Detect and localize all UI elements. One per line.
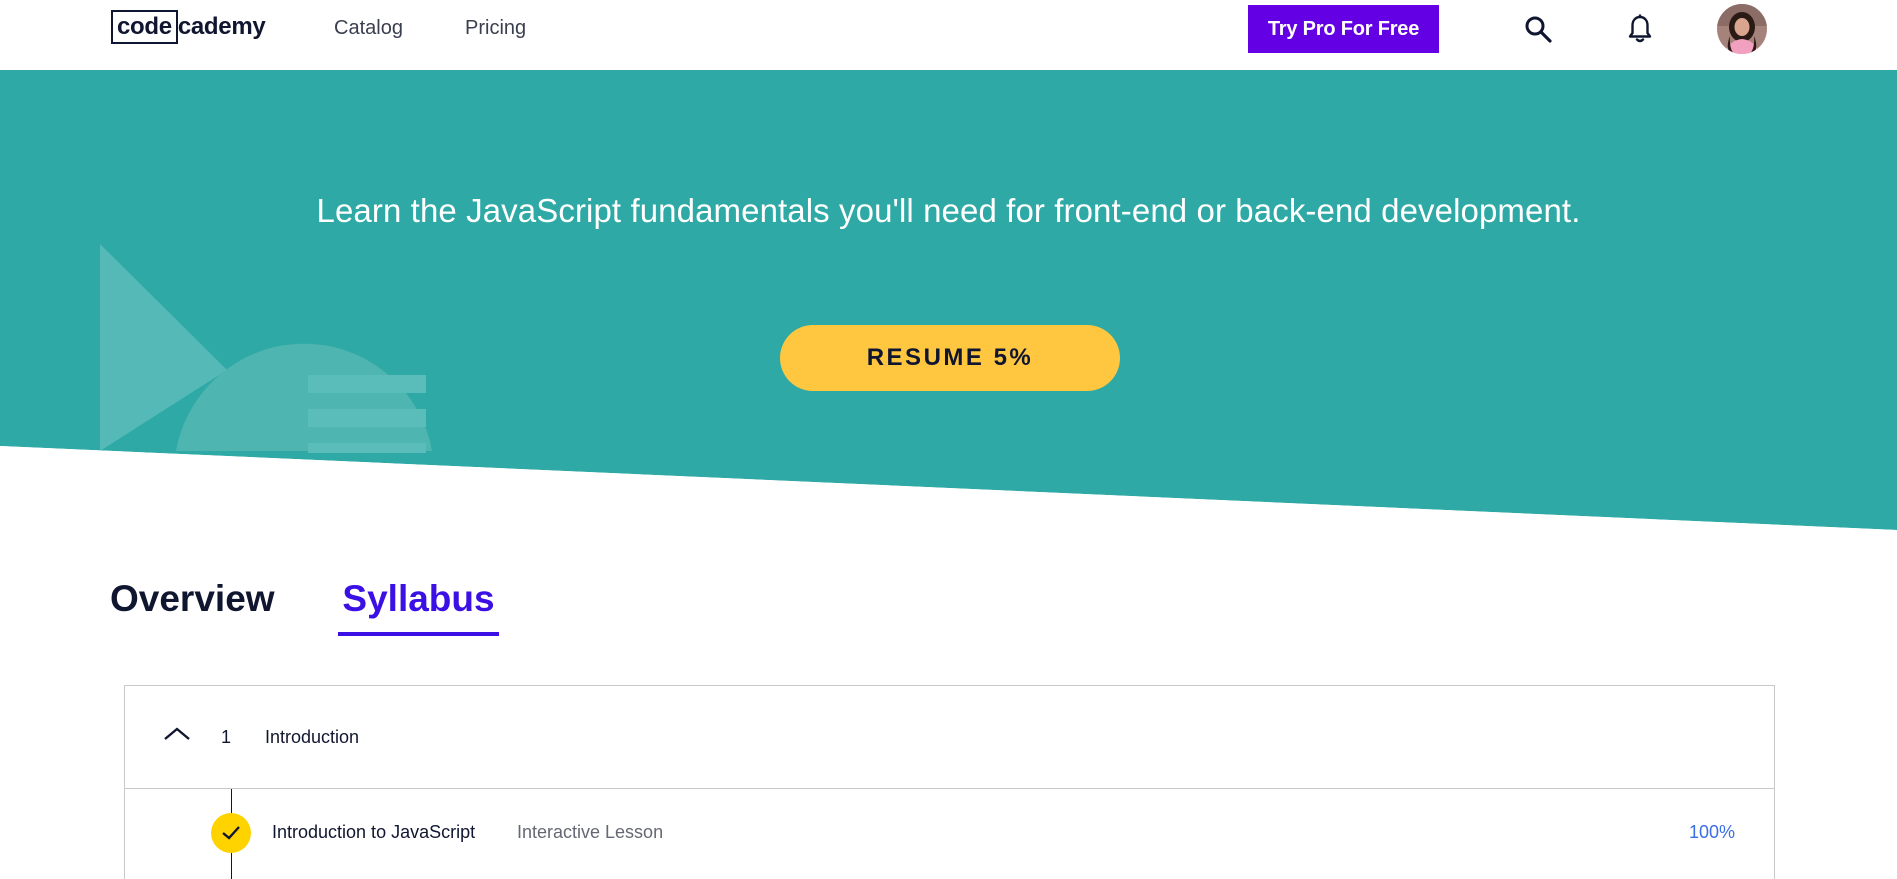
module-header[interactable]: 1 Introduction	[125, 686, 1774, 789]
bell-icon	[1628, 14, 1652, 43]
try-pro-button[interactable]: Try Pro For Free	[1248, 5, 1439, 53]
course-description: Learn the JavaScript fundamentals you'll…	[316, 192, 1581, 229]
tab-syllabus[interactable]: Syllabus	[338, 578, 499, 636]
checkmark-icon	[222, 826, 240, 840]
search-button[interactable]	[1522, 12, 1554, 46]
nav-catalog-link[interactable]: Catalog	[334, 17, 403, 40]
notifications-button[interactable]	[1624, 12, 1656, 46]
user-avatar[interactable]	[1717, 4, 1767, 54]
syllabus-panel: 1 Introduction Introduction to JavaScrip…	[124, 685, 1775, 879]
lesson-progress: 100%	[1689, 822, 1736, 842]
hero-banner: Learn the JavaScript fundamentals you'll…	[0, 70, 1897, 530]
top-navigation: code cademy Catalog Pricing Try Pro For F…	[0, 0, 1897, 70]
hero-background	[0, 70, 1897, 530]
module-title: Introduction	[265, 727, 360, 747]
search-icon	[1525, 16, 1552, 43]
avatar-image	[1717, 4, 1767, 54]
nav-pricing-link[interactable]: Pricing	[465, 17, 526, 40]
module-number: 1	[221, 727, 232, 747]
codecademy-logo[interactable]: code cademy	[111, 10, 266, 44]
completed-check-icon	[211, 813, 251, 853]
resume-button[interactable]: RESUME 5%	[780, 325, 1120, 391]
chevron-up-icon[interactable]	[163, 726, 191, 742]
tab-overview[interactable]: Overview	[110, 578, 275, 620]
lesson-title-link[interactable]: Introduction to JavaScript	[272, 822, 475, 843]
logo-text: cademy	[177, 13, 266, 40]
lesson-type: Interactive Lesson	[517, 822, 664, 842]
logo-code-box: code	[111, 10, 178, 44]
